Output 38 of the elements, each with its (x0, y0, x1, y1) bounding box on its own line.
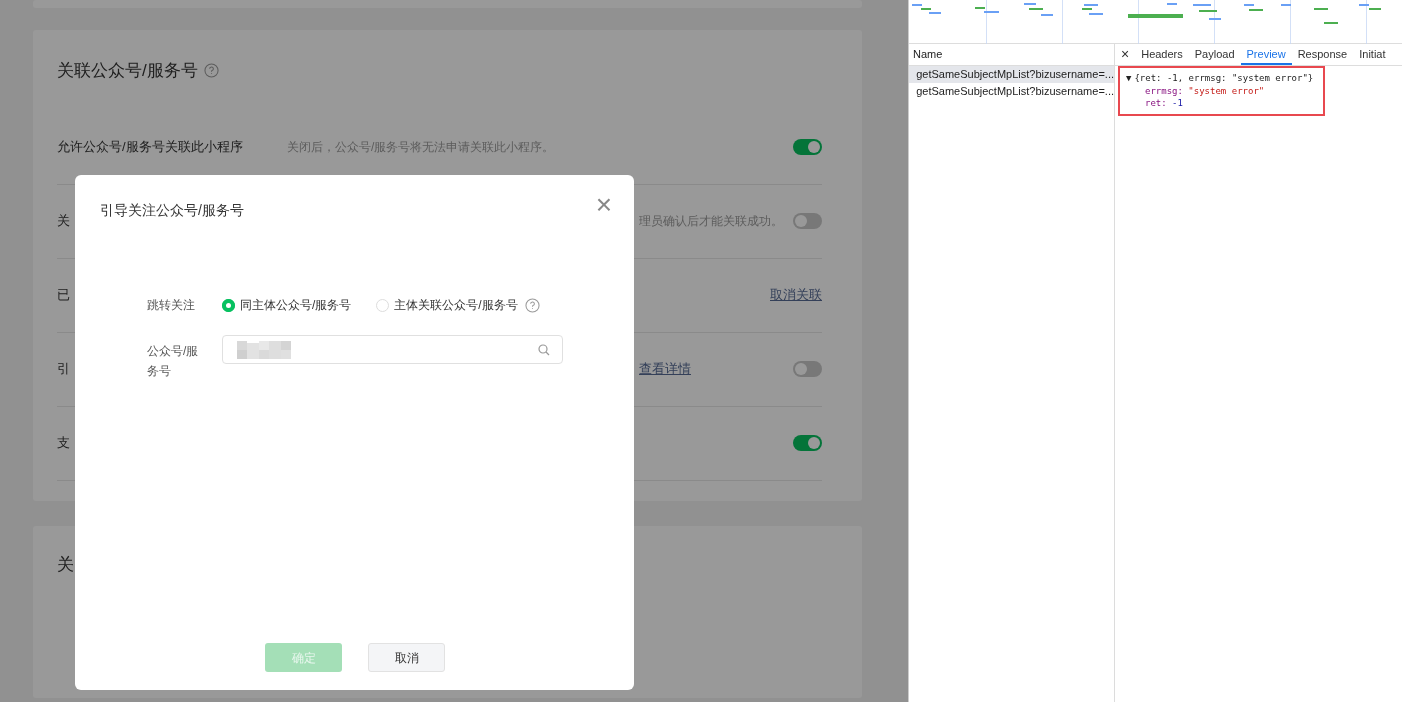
column-header: Name (913, 47, 943, 63)
help-icon[interactable] (203, 63, 219, 79)
request-row[interactable]: getSameSubjectMpList?bizusername=... (909, 83, 1114, 100)
details-link[interactable]: 查看详情 (639, 361, 691, 377)
field-label: 跳转关注 (147, 297, 196, 314)
expand-toggle[interactable]: ▼ (1126, 72, 1132, 85)
devtools-tab[interactable]: Response (1291, 44, 1354, 65)
blurred-value (237, 340, 291, 359)
search-icon[interactable] (538, 343, 550, 356)
cancel-button[interactable]: 取消 (368, 643, 445, 672)
section-title: 关 (57, 554, 75, 576)
radio-option[interactable]: 同主体公众号/服务号 (222, 296, 352, 314)
help-icon[interactable] (524, 297, 540, 313)
json-property: ret: -1 (1145, 98, 1183, 108)
setting-label: 引 (57, 361, 70, 377)
toggle-switch[interactable] (793, 361, 822, 377)
setting-label: 支 (57, 435, 70, 451)
devtools-tab[interactable]: Initiat (1353, 44, 1392, 65)
json-property: errmsg: "system error" (1145, 85, 1265, 96)
close-button[interactable]: × (595, 191, 612, 219)
dialog-title: 引导关注公众号/服务号 (100, 201, 244, 220)
setting-label: 已 (57, 287, 70, 303)
search-field[interactable] (222, 335, 563, 364)
close-button[interactable]: × (1115, 44, 1136, 65)
setting-label: 关 (57, 213, 70, 229)
field-label: 公众号/服务号 (147, 343, 200, 380)
devtools-tab[interactable]: Payload (1188, 44, 1241, 65)
setting-label: 允许公众号/服务号关联此小程序 (57, 139, 243, 155)
toggle-switch[interactable] (793, 139, 822, 155)
radio-option[interactable]: 主体关联公众号/服务号 (376, 296, 540, 314)
devtools-tab[interactable]: Preview (1240, 44, 1292, 65)
json-summary: {ret: -1, errmsg: "system error"} (1134, 72, 1314, 85)
toggle-switch[interactable] (793, 213, 822, 229)
toggle-switch[interactable] (793, 435, 822, 451)
devtools-tab[interactable]: Headers (1135, 44, 1189, 65)
request-row[interactable]: getSameSubjectMpList?bizusername=... (909, 66, 1114, 83)
section-title: 关联公众号/服务号 (57, 60, 198, 82)
unlink-link[interactable]: 取消关联 (770, 285, 822, 305)
